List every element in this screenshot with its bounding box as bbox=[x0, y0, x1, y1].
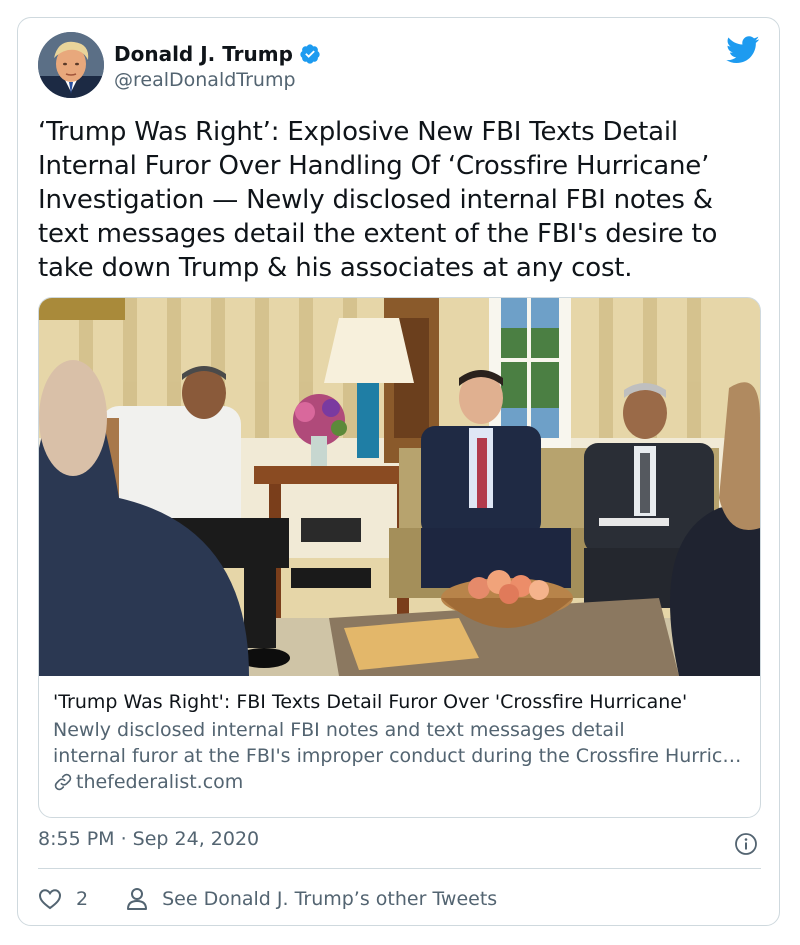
divider bbox=[38, 868, 761, 869]
link-description: Newly disclosed internal FBI notes and t… bbox=[53, 717, 749, 769]
person-icon bbox=[127, 888, 148, 910]
tweet-text: ‘Trump Was Right’: Explosive New FBI Tex… bbox=[38, 117, 718, 283]
tweet-timestamp[interactable]: 8:55 PM · Sep 24, 2020 bbox=[38, 828, 259, 850]
verified-badge-icon bbox=[300, 44, 320, 64]
like-button[interactable]: 2 bbox=[38, 888, 88, 910]
tweet-actions: 2 See Donald J. Trump’s other Tweets bbox=[38, 884, 497, 914]
twitter-bird-icon[interactable] bbox=[726, 36, 760, 64]
link-icon bbox=[54, 773, 72, 791]
link-description-line: internal furor at the FBI's improper con… bbox=[53, 745, 749, 767]
info-icon[interactable] bbox=[734, 832, 758, 856]
link-domain-text[interactable]: thefederalist.com bbox=[76, 769, 243, 795]
link-preview-text[interactable]: 'Trump Was Right': FBI Texts Detail Furo… bbox=[53, 689, 749, 795]
avatar-image bbox=[38, 32, 104, 98]
other-tweets-label[interactable]: See Donald J. Trump’s other Tweets bbox=[162, 888, 497, 910]
author-name-row[interactable]: Donald J. Trump bbox=[114, 40, 321, 68]
link-domain[interactable]: thefederalist.com bbox=[53, 769, 749, 795]
heart-icon[interactable] bbox=[38, 888, 62, 910]
author-handle[interactable]: @realDonaldTrump bbox=[114, 69, 296, 91]
link-title[interactable]: 'Trump Was Right': FBI Texts Detail Furo… bbox=[53, 689, 749, 715]
other-tweets-link[interactable]: See Donald J. Trump’s other Tweets bbox=[126, 887, 497, 911]
link-preview-image[interactable] bbox=[39, 298, 760, 676]
like-count: 2 bbox=[76, 888, 89, 910]
tweet-card: Donald J. Trump @realDonaldTrump ‘Trump … bbox=[17, 17, 780, 926]
avatar[interactable] bbox=[38, 32, 104, 98]
link-preview-card[interactable]: 'Trump Was Right': FBI Texts Detail Furo… bbox=[38, 297, 761, 818]
link-description-line: Newly disclosed internal FBI notes and t… bbox=[53, 719, 625, 741]
author-display-name[interactable]: Donald J. Trump bbox=[114, 42, 293, 66]
